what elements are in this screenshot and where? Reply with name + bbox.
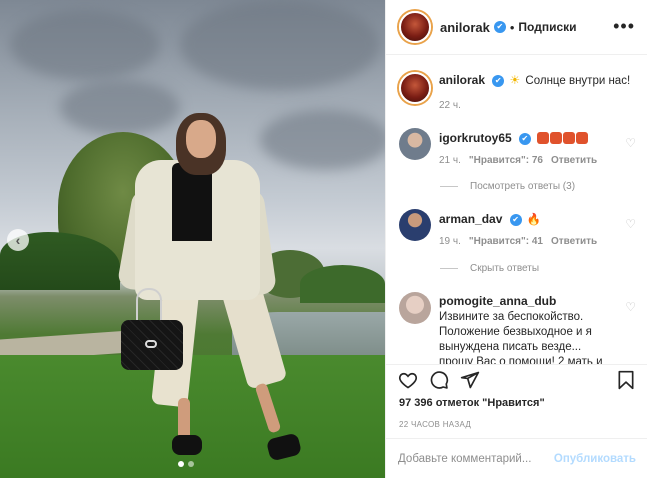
- verified-badge-icon: ✔: [493, 21, 506, 33]
- comment-likes[interactable]: "Нравится": 41: [469, 236, 543, 247]
- post-actions: 97 396 отметок "Нравится" 22 ЧАСОВ НАЗАД: [386, 364, 647, 449]
- comment-item: pomogite_anna_dub Извините за беспокойст…: [399, 292, 636, 364]
- separator-bullet: •: [509, 19, 515, 35]
- cloud: [260, 110, 385, 170]
- lawn: [0, 355, 385, 478]
- author-username[interactable]: anilorak: [440, 20, 490, 35]
- verified-badge-icon: ✔: [518, 132, 531, 145]
- comment-input[interactable]: [398, 452, 554, 465]
- comment-body: pomogite_anna_dub Извините за беспокойст…: [439, 294, 609, 364]
- comment-text: Извините за беспокойство. Положение безв…: [439, 311, 603, 364]
- fire-emoji-icon: 🔥: [526, 214, 542, 226]
- bookmark-icon[interactable]: [616, 370, 636, 390]
- post-side-panel: anilorak ✔ • Подписки ••• anilorak ✔ ☀ С…: [385, 0, 647, 478]
- add-comment-bar: Опубликовать: [386, 438, 647, 478]
- comment-author[interactable]: pomogite_anna_dub: [439, 294, 556, 308]
- post-header: anilorak ✔ • Подписки •••: [386, 0, 647, 55]
- comment-likes[interactable]: "Нравится": 76: [469, 155, 543, 166]
- comment-icon[interactable]: [429, 370, 449, 390]
- avatar[interactable]: [399, 292, 431, 324]
- likes-count[interactable]: 97 396 отметок "Нравится": [399, 397, 545, 409]
- caption-author[interactable]: anilorak: [439, 73, 485, 87]
- action-icons: [398, 370, 636, 396]
- comment-like-heart-icon[interactable]: ♡: [625, 136, 636, 150]
- likes-count-text: 97 396 отметок "Нравится": [399, 397, 545, 409]
- more-horizontal-icon[interactable]: •••: [613, 16, 635, 37]
- handbag-logo: [145, 340, 157, 348]
- bag-strap: [136, 288, 162, 322]
- avatar[interactable]: [399, 11, 431, 43]
- caption-time[interactable]: 22 ч.: [439, 100, 461, 111]
- bush: [300, 265, 385, 303]
- sun-emoji-icon: ☀: [509, 73, 521, 87]
- comment-time[interactable]: 21 ч.: [439, 155, 461, 166]
- comments-list[interactable]: anilorak ✔ ☀ Солнце внутри нас! 22 ч. ig…: [386, 56, 647, 364]
- carousel-dot-active: [178, 461, 184, 467]
- view-replies-button[interactable]: Посмотреть ответы (3): [440, 181, 575, 192]
- avatar[interactable]: [399, 72, 431, 104]
- paper-plane-icon[interactable]: [460, 370, 480, 390]
- sandal: [172, 435, 202, 455]
- comment-author[interactable]: arman_dav: [439, 212, 502, 226]
- cloud: [180, 0, 380, 90]
- cloud: [60, 80, 180, 135]
- reply-button[interactable]: Ответить: [551, 236, 597, 247]
- chevron-left-icon[interactable]: ‹: [7, 229, 29, 251]
- post-photo[interactable]: ‹: [0, 0, 385, 478]
- caption-body: anilorak ✔ ☀ Солнце внутри нас!: [439, 73, 630, 104]
- comment-meta: 19 ч. "Нравится": 41 Ответить: [439, 236, 597, 247]
- heart-icon[interactable]: [398, 370, 418, 390]
- avatar[interactable]: [399, 209, 431, 241]
- divider-line: [440, 186, 458, 187]
- comment-author[interactable]: igorkrutoy65: [439, 131, 512, 145]
- hide-replies-button[interactable]: Скрыть ответы: [440, 263, 539, 274]
- carousel-indicator: [178, 461, 194, 467]
- carousel-dot: [188, 461, 194, 467]
- explosion-emoji-icon: [537, 132, 589, 145]
- publish-button[interactable]: Опубликовать: [554, 453, 636, 465]
- comment-like-heart-icon[interactable]: ♡: [625, 300, 636, 314]
- comment-time[interactable]: 19 ч.: [439, 236, 461, 247]
- verified-badge-icon: ✔: [509, 213, 522, 226]
- divider-line: [440, 268, 458, 269]
- caption: anilorak ✔ ☀ Солнце внутри нас!: [399, 72, 636, 104]
- verified-badge-icon: ✔: [492, 74, 505, 87]
- avatar[interactable]: [399, 128, 431, 160]
- hide-replies-label: Скрыть ответы: [470, 263, 540, 274]
- caption-text: Солнце внутри нас!: [525, 75, 631, 87]
- post-timestamp[interactable]: 22 ЧАСОВ НАЗАД: [399, 420, 471, 429]
- comment-meta: 21 ч. "Нравится": 76 Ответить: [439, 155, 597, 166]
- comment-like-heart-icon[interactable]: ♡: [625, 217, 636, 231]
- reply-button[interactable]: Ответить: [551, 155, 597, 166]
- cloud: [10, 10, 160, 80]
- view-replies-label: Посмотреть ответы (3): [470, 181, 576, 192]
- face: [186, 120, 216, 158]
- following-button[interactable]: Подписки: [518, 20, 576, 34]
